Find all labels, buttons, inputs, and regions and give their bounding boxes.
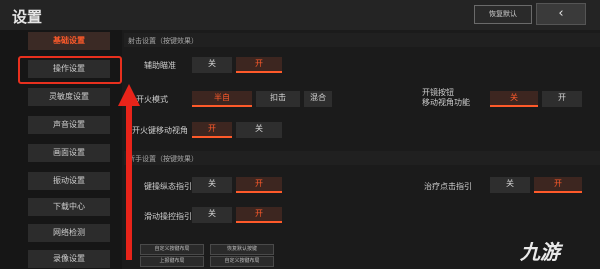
sidebar-item-network[interactable]: 网络检测 [28,224,110,242]
custom-layout-button[interactable]: 自定义按键布局 [140,244,204,255]
fire-mode-label: 开火模式 [136,95,168,104]
guide3-on[interactable]: 开 [236,207,282,223]
sidebar-item-download[interactable]: 下载中心 [28,198,110,216]
fire-move-view-on[interactable]: 开 [192,122,232,138]
guide1-on[interactable]: 开 [236,177,282,193]
aim-assist-off[interactable]: 关 [192,57,232,73]
sidebar-item-sound[interactable]: 声音设置 [28,116,110,134]
scope-move-view-label: 开镜按钮 移动视角功能 [422,88,470,107]
guide3-off[interactable]: 关 [192,207,232,223]
back-icon[interactable]: ‹ [536,3,586,25]
section-title: 新手设置（按键效果） [128,155,198,163]
fire-move-view-label: 开火键移动视角 [132,126,188,135]
aim-assist-label: 辅助瞄准 [144,61,176,70]
guide3-label: 滑动操控指引 [144,212,192,221]
guide2-on[interactable]: 开 [534,177,582,193]
sidebar-item-vibration[interactable]: 振动设置 [28,172,110,190]
report-layout-button[interactable]: 上报键布局 [140,256,204,267]
watermark-logo: 九游 [520,240,560,264]
guide1-label: 键操纵态指引 [144,182,192,191]
fire-mode-option-1[interactable]: 半自 [192,91,252,107]
fire-move-view-off[interactable]: 关 [236,122,282,138]
restore-keys-button[interactable]: 恢复默认按键 [210,244,274,255]
fire-mode-option-3[interactable]: 混合 [304,91,332,107]
page-title: 设置 [12,8,43,26]
section-header-newbie: 新手设置（按键效果） [124,151,600,165]
scope-move-view-off[interactable]: 关 [490,91,538,107]
guide2-off[interactable]: 关 [490,177,530,193]
guide2-label: 治疗点击指引 [424,182,472,191]
sidebar-item-basic[interactable]: 基础设置 [28,32,110,50]
annotation-highlight-box [18,56,122,84]
sidebar-item-sensitivity[interactable]: 灵敏度设置 [28,88,110,106]
section-title: 射击设置（按键效果） [128,37,198,45]
fire-mode-option-2[interactable]: 扣击 [256,91,300,107]
custom-layout-button-2[interactable]: 自定义按键布局 [210,256,274,267]
sidebar-item-graphics[interactable]: 画面设置 [28,144,110,162]
guide1-off[interactable]: 关 [192,177,232,193]
section-header-shooting: 射击设置（按键效果） [124,33,600,47]
scope-move-view-on[interactable]: 开 [542,91,582,107]
restore-default-button[interactable]: 恢复默认 [474,5,532,24]
aim-assist-on[interactable]: 开 [236,57,282,73]
sidebar-item-recording[interactable]: 录像设置 [28,250,110,268]
annotation-arrow-shaft [126,102,132,260]
